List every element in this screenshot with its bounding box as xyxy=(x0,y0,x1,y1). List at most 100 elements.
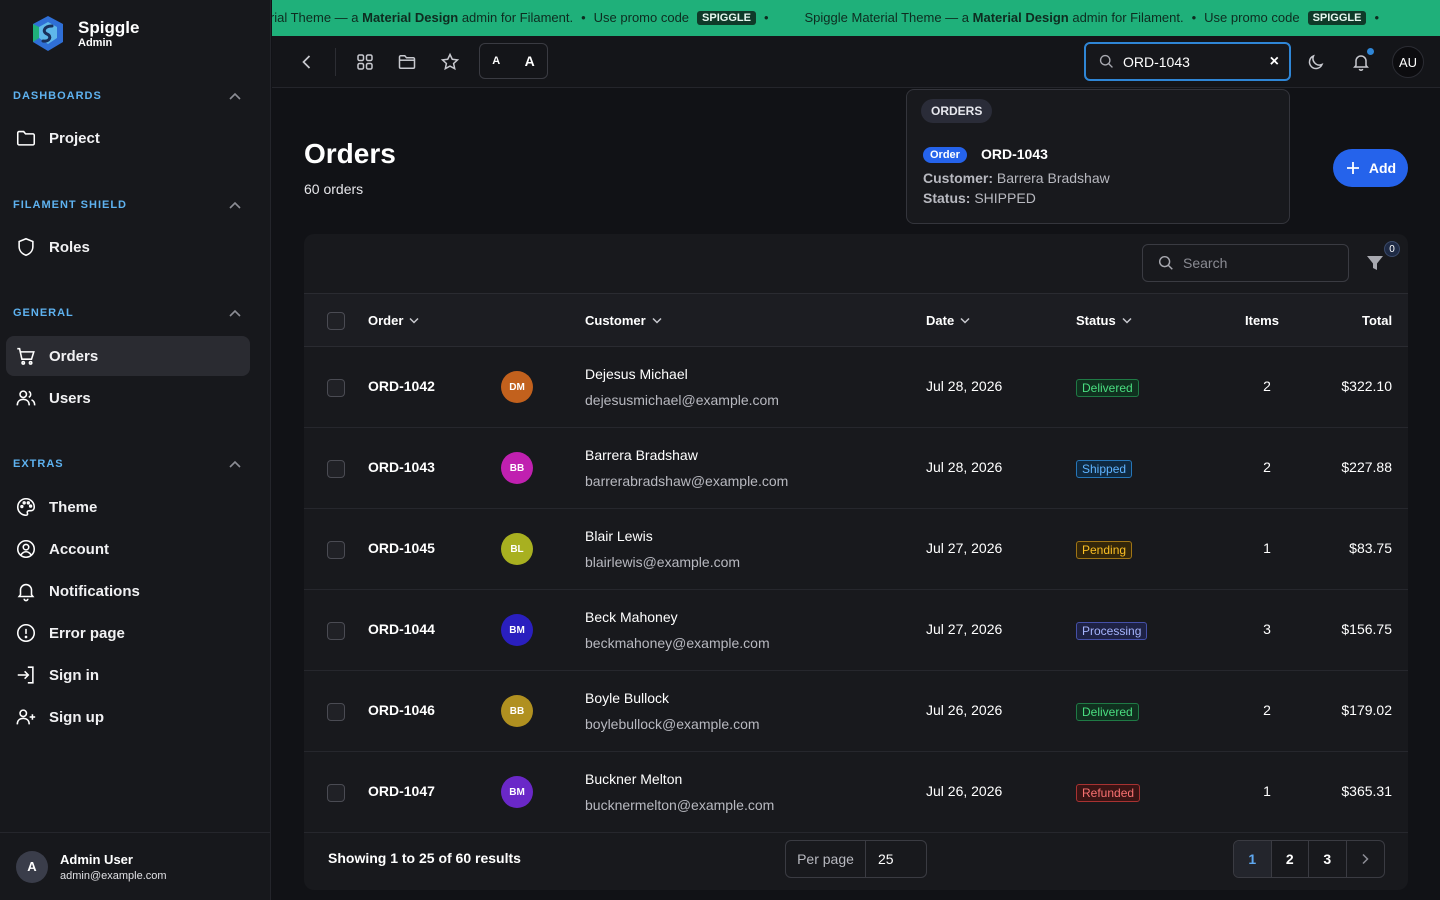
order-number[interactable]: ORD-1042 xyxy=(368,378,435,394)
row-checkbox[interactable] xyxy=(327,622,345,640)
sidebar-item-label: Theme xyxy=(49,498,98,516)
back-button[interactable] xyxy=(295,50,319,74)
promo-bold: Material Design xyxy=(362,10,459,25)
shield-icon xyxy=(18,237,34,257)
global-search-input[interactable] xyxy=(1123,53,1253,70)
sidebar: Spiggle Admin DASHBOARDS Project FILAMEN… xyxy=(0,0,271,900)
sidebar-item-project[interactable]: Project xyxy=(6,118,250,158)
result-status-value: SHIPPED xyxy=(974,190,1036,206)
sidebar-item-account[interactable]: Account xyxy=(6,529,250,569)
customer-email: barrerabradshaw@example.com xyxy=(585,473,789,489)
apps-button[interactable] xyxy=(353,50,377,74)
column-label: Items xyxy=(1245,313,1279,328)
sidebar-item-error-page[interactable]: Error page xyxy=(6,613,250,653)
order-number[interactable]: ORD-1045 xyxy=(368,540,435,556)
table-row[interactable]: ORD-1044 BM Beck Mahoney beckmahoney@exampl… xyxy=(304,590,1408,671)
group-toggle-general[interactable]: GENERAL xyxy=(0,301,271,325)
chevron-left-icon xyxy=(302,55,311,69)
group-toggle-dashboards[interactable]: DASHBOARDS xyxy=(0,84,271,108)
sidebar-item-sign-in[interactable]: Sign in xyxy=(6,655,250,695)
promo-text: Spiggle Material Theme — a xyxy=(804,10,973,25)
table-row[interactable]: ORD-1043 BB Barrera Bradshaw barrerabradsha… xyxy=(304,428,1408,509)
filter-icon[interactable] xyxy=(1366,254,1384,272)
order-number[interactable]: ORD-1047 xyxy=(368,783,435,799)
table-row[interactable]: ORD-1047 BM Buckner Melton bucknermelton@ex… xyxy=(304,752,1408,833)
select-all-checkbox[interactable] xyxy=(327,312,345,330)
column-header-customer[interactable]: Customer xyxy=(585,313,662,328)
page-button-2[interactable]: 2 xyxy=(1272,841,1309,877)
order-date: Jul 27, 2026 xyxy=(926,621,1003,637)
sidebar-item-theme[interactable]: Theme xyxy=(6,487,250,527)
order-number[interactable]: ORD-1043 xyxy=(368,459,435,475)
column-label: Total xyxy=(1362,313,1393,328)
group-toggle-extras[interactable]: EXTRAS xyxy=(0,452,271,476)
font-size-large-button[interactable]: A xyxy=(525,53,535,69)
user-avatar-button[interactable]: AU xyxy=(1392,46,1424,78)
item-count: 2 xyxy=(1263,702,1271,718)
customer-email: boylebullock@example.com xyxy=(585,716,760,732)
table-search-input[interactable] xyxy=(1183,255,1333,271)
sidebar-item-label: Orders xyxy=(49,347,99,365)
sidebar-item-orders[interactable]: Orders xyxy=(6,336,250,376)
order-date: Jul 26, 2026 xyxy=(926,783,1003,799)
dark-mode-toggle[interactable] xyxy=(1304,50,1328,74)
filter-count-badge: 0 xyxy=(1384,241,1400,257)
sidebar-item-label: Sign in xyxy=(49,666,99,684)
row-checkbox[interactable] xyxy=(327,379,345,397)
sidebar-item-notifications[interactable]: Notifications xyxy=(6,571,250,611)
table-row[interactable]: ORD-1046 BB Boyle Bullock boylebullock@exam… xyxy=(304,671,1408,752)
column-label: Status xyxy=(1076,313,1116,328)
sidebar-item-sign-up[interactable]: Sign up xyxy=(6,697,250,737)
folder-button[interactable] xyxy=(395,50,419,74)
row-checkbox[interactable] xyxy=(327,784,345,802)
brand[interactable]: Spiggle Admin xyxy=(30,14,139,54)
cart-icon xyxy=(17,347,35,365)
order-number[interactable]: ORD-1044 xyxy=(368,621,435,637)
group-label: FILAMENT SHIELD xyxy=(13,199,127,211)
avatar: BM xyxy=(501,776,533,808)
result-status: Status: SHIPPED xyxy=(923,190,1036,206)
status-badge: Delivered xyxy=(1076,703,1139,721)
row-checkbox[interactable] xyxy=(327,460,345,478)
promo-track: Spiggle Material Theme — a Material Desi… xyxy=(272,10,1397,25)
customer-name: Buckner Melton xyxy=(585,771,683,787)
row-checkbox[interactable] xyxy=(327,541,345,559)
table-row[interactable]: ORD-1045 BL Blair Lewis blairlewis@example.… xyxy=(304,509,1408,590)
chevron-up-icon xyxy=(229,92,241,100)
notifications-button[interactable] xyxy=(1349,48,1374,74)
promo-text: admin for Filament. xyxy=(1068,10,1184,25)
per-page-value[interactable]: 25 xyxy=(866,841,926,877)
chevron-up-icon xyxy=(229,460,241,468)
result-customer-label: Customer: xyxy=(923,170,994,186)
favorites-button[interactable] xyxy=(438,50,462,74)
per-page-select[interactable]: Per page 25 xyxy=(785,840,927,878)
sidebar-user-menu[interactable]: A Admin User admin@example.com xyxy=(0,832,271,900)
promo-code: SPIGGLE xyxy=(697,10,756,25)
column-header-order[interactable]: Order xyxy=(368,313,419,328)
result-status-label: Status: xyxy=(923,190,971,206)
column-header-status[interactable]: Status xyxy=(1076,313,1132,328)
sidebar-item-label: Account xyxy=(49,540,109,558)
chevron-down-icon xyxy=(1122,317,1132,324)
promo-text: admin for Filament. xyxy=(458,10,574,25)
page-button-3[interactable]: 3 xyxy=(1309,841,1347,877)
add-button[interactable]: Add xyxy=(1333,149,1408,187)
sidebar-item-users[interactable]: Users xyxy=(6,378,250,418)
next-page-button[interactable] xyxy=(1347,841,1384,877)
table-row[interactable]: ORD-1042 DM Dejesus Michael dejesusmichael@… xyxy=(304,347,1408,428)
sidebar-item-label: Error page xyxy=(49,624,125,642)
bell-icon xyxy=(1353,55,1369,71)
global-search: × xyxy=(1084,42,1291,81)
row-checkbox[interactable] xyxy=(327,703,345,721)
order-number[interactable]: ORD-1046 xyxy=(368,702,435,718)
group-toggle-filament-shield[interactable]: FILAMENT SHIELD xyxy=(0,193,271,217)
add-button-label: Add xyxy=(1368,160,1397,176)
font-size-small-button[interactable]: A xyxy=(492,55,500,67)
clear-search-button[interactable]: × xyxy=(1270,53,1279,71)
sidebar-item-roles[interactable]: Roles xyxy=(6,227,250,267)
column-header-date[interactable]: Date xyxy=(926,313,970,328)
page-button-1[interactable]: 1 xyxy=(1234,841,1272,877)
avatar: DM xyxy=(501,371,533,403)
nav-group-extras: EXTRAS Theme Account Notifications Error… xyxy=(0,452,271,737)
status-badge: Delivered xyxy=(1076,379,1139,397)
